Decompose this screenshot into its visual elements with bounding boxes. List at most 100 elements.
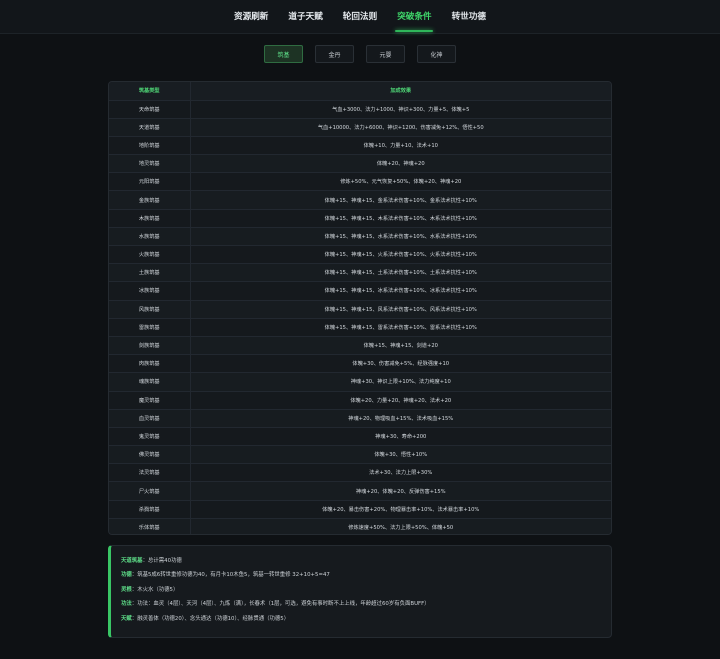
- table-row: 鬼灵筑基 神魂+30、寿命+200: [109, 427, 611, 447]
- cell-type: 地阶筑基: [109, 136, 191, 156]
- table-row: 魂族筑基 神魂+30、神识上限+10%、法力纯度+10: [109, 372, 611, 392]
- tab-zhuji[interactable]: 筑基: [264, 45, 303, 63]
- cell-type: 风族筑基: [109, 300, 191, 319]
- cell-type: 土族筑基: [109, 263, 191, 283]
- table-row: 火族筑基 体魄+15、神魂+15、火系法术伤害+10%、火系法术抗性+10%: [109, 245, 611, 265]
- cell-type: 雷族筑基: [109, 318, 191, 337]
- note-text: ：筑基5成6转世重修功德为40，有月卡10木鱼5，筑基一转世重修 32+10+5…: [131, 572, 330, 579]
- cell-effect: 修炼速度+50%、法力上限+50%、体魄+50: [190, 518, 611, 534]
- nav-item-daozi-talent[interactable]: 道子天赋: [278, 0, 332, 34]
- note-label: 功德: [121, 572, 132, 579]
- cell-type: 元阳筑基: [109, 172, 191, 192]
- note-text: ：总计需40功德: [142, 558, 182, 564]
- cell-type: 佛灵筑基: [109, 445, 191, 465]
- cell-type: 天道筑基: [109, 118, 191, 137]
- notes-panel: 天道筑基：总计需40功德 功德：筑基5成6转世重修功德为40，有月卡10木鱼5，…: [108, 545, 612, 638]
- note-line: 灵根：木火水（功德5）: [121, 583, 601, 597]
- table-row: 水族筑基 体魄+15、神魂+15、水系法术伤害+10%、水系法术抗性+10%: [109, 227, 611, 247]
- cell-effect: 体魄+20、神魂+20: [190, 154, 611, 174]
- cell-effect: 体魄+15、神魂+15、土系法术伤害+10%、土系法术抗性+10%: [190, 263, 611, 283]
- cell-effect: 修炼+50%、元气恢复+50%、体魄+20、神魂+20: [190, 172, 611, 192]
- cell-effect: 神魂+30、神识上限+10%、法力纯度+10: [190, 372, 611, 392]
- stage-tabs: 筑基 金丹 元婴 化神: [0, 45, 720, 63]
- table-row: 佛灵筑基 体魄+30、悟性+10%: [109, 445, 611, 465]
- note-text: ：融灵善体（功德20）、念头通达（功德10）、经脉贯通（功德5）: [131, 615, 290, 622]
- note-line: 天道筑基：总计需40功德: [121, 554, 601, 568]
- table-row: 地灵筑基 体魄+20、神魂+20: [109, 154, 611, 174]
- cell-type: 乐体筑基: [109, 518, 191, 534]
- cell-effect: 体魄+30、悟性+10%: [190, 445, 611, 465]
- table-row: 天道筑基 气血+10000、法力+6000、神识+1200、伤害减免+12%、悟性…: [109, 118, 611, 137]
- cell-effect: 神魂+20、体魄+20、反弹伤害+15%: [190, 481, 611, 501]
- cell-effect: 气血+3000、法力+1000、神识+300、力量+5、体魄+5: [190, 100, 611, 119]
- top-nav: 资源刷新 道子天赋 轮回法则 突破条件 转世功德: [0, 0, 720, 34]
- cell-effect: 神魂+20、物理吸血+15%、法术吸血+15%: [190, 409, 611, 428]
- table-body: 天命筑基 气血+3000、法力+1000、神识+300、力量+5、体魄+5 天道筑基…: [109, 100, 611, 534]
- table-row: 土族筑基 体魄+15、神魂+15、土系法术伤害+10%、土系法术抗性+10%: [109, 263, 611, 283]
- cell-effect: 体魄+15、神魂+15、金系法术伤害+10%、金系法术抗性+10%: [190, 190, 611, 210]
- table-row: 风族筑基 体魄+15、神魂+15、风系法术伤害+10%、风系法术抗性+10%: [109, 300, 611, 319]
- table-row: 冰族筑基 体魄+15、神魂+15、冰系法术伤害+10%、冰系法术抗性+10%: [109, 281, 611, 301]
- cell-effect: 体魄+10、力量+10、法术+10: [190, 136, 611, 156]
- cell-effect: 体魄+30、伤害减免+5%、经脉强度+10: [190, 354, 611, 374]
- note-line: 功法：功法：血灵（4层）、天河（4层）、九炼（满），长春术（1层，可选，避免有事…: [121, 597, 601, 611]
- cell-effect: 体魄+20、力量+20、神魂+20、法术+20: [190, 391, 611, 410]
- cell-type: 肉族筑基: [109, 354, 191, 374]
- cell-effect: 体魄+20、暴击伤害+20%、物理暴击率+10%、法术暴击率+10%: [190, 500, 611, 519]
- note-text: ：木火水（功德5）: [131, 586, 179, 593]
- nav-item-reincarnation-law[interactable]: 轮回法则: [333, 0, 387, 34]
- note-label: 功法: [121, 601, 132, 608]
- cell-effect: 体魄+15、神魂+15、水系法术伤害+10%、水系法术抗性+10%: [190, 227, 611, 247]
- cell-effect: 气血+10000、法力+6000、神识+1200、伤害减免+12%、悟性+50: [190, 118, 611, 137]
- table-row: 肉族筑基 体魄+30、伤害减免+5%、经脉强度+10: [109, 354, 611, 374]
- cell-effect: 体魄+15、神魂+15、木系法术伤害+10%、木系法术抗性+10%: [190, 209, 611, 228]
- tab-yuanying[interactable]: 元婴: [366, 45, 405, 63]
- note-line: 天赋：融灵善体（功德20）、念头通达（功德10）、经脉贯通（功德5）: [121, 612, 601, 626]
- cell-effect: 体魄+15、神魂+15、剑道+20: [190, 336, 611, 356]
- nav-item-resource-refresh[interactable]: 资源刷新: [224, 0, 278, 34]
- column-header-type: 筑基类型: [109, 82, 191, 101]
- table-row: 地阶筑基 体魄+10、力量+10、法术+10: [109, 136, 611, 156]
- table-row: 天命筑基 气血+3000、法力+1000、神识+300、力量+5、体魄+5: [109, 100, 611, 119]
- cell-type: 火族筑基: [109, 245, 191, 265]
- cell-type: 天命筑基: [109, 100, 191, 119]
- column-header-effect: 加成效果: [190, 82, 611, 101]
- table-row: 尸火筑基 神魂+20、体魄+20、反弹伤害+15%: [109, 481, 611, 501]
- table-row: 剑族筑基 体魄+15、神魂+15、剑道+20: [109, 336, 611, 356]
- cell-type: 尸火筑基: [109, 481, 191, 501]
- table-row: 杀戮筑基 体魄+20、暴击伤害+20%、物理暴击率+10%、法术暴击率+10%: [109, 500, 611, 519]
- note-label: 天道筑基: [121, 558, 143, 564]
- cell-type: 魔灵筑基: [109, 391, 191, 410]
- cell-type: 魂族筑基: [109, 372, 191, 392]
- cell-type: 木族筑基: [109, 209, 191, 228]
- table-row: 木族筑基 体魄+15、神魂+15、木系法术伤害+10%、木系法术抗性+10%: [109, 209, 611, 228]
- cell-type: 剑族筑基: [109, 336, 191, 356]
- cell-type: 水族筑基: [109, 227, 191, 247]
- cell-effect: 神魂+30、寿命+200: [190, 427, 611, 447]
- nav-item-breakthrough[interactable]: 突破条件: [387, 0, 441, 34]
- tab-huashen[interactable]: 化神: [417, 45, 456, 63]
- cell-type: 冰族筑基: [109, 281, 191, 301]
- table-row: 乐体筑基 修炼速度+50%、法力上限+50%、体魄+50: [109, 518, 611, 534]
- table-row: 元阳筑基 修炼+50%、元气恢复+50%、体魄+20、神魂+20: [109, 172, 611, 192]
- note-line: 功德：筑基5成6转世重修功德为40，有月卡10木鱼5，筑基一转世重修 32+10…: [121, 568, 601, 582]
- cell-effect: 法术+30、法力上限+30%: [190, 463, 611, 483]
- cell-effect: 体魄+15、神魂+15、雷系法术伤害+10%、雷系法术抗性+10%: [190, 318, 611, 337]
- foundation-table: 筑基类型 加成效果 天命筑基 气血+3000、法力+1000、神识+300、力量+…: [108, 81, 612, 535]
- table-row: 金族筑基 体魄+15、神魂+15、金系法术伤害+10%、金系法术抗性+10%: [109, 190, 611, 210]
- cell-type: 杀戮筑基: [109, 500, 191, 519]
- note-label: 天赋: [121, 615, 132, 622]
- table-row: 血灵筑基 神魂+20、物理吸血+15%、法术吸血+15%: [109, 409, 611, 428]
- nav-item-merit[interactable]: 转世功德: [442, 0, 496, 34]
- cell-type: 地灵筑基: [109, 154, 191, 174]
- cell-effect: 体魄+15、神魂+15、火系法术伤害+10%、火系法术抗性+10%: [190, 245, 611, 265]
- cell-type: 鬼灵筑基: [109, 427, 191, 447]
- table-row: 雷族筑基 体魄+15、神魂+15、雷系法术伤害+10%、雷系法术抗性+10%: [109, 318, 611, 337]
- tab-jindan[interactable]: 金丹: [315, 45, 354, 63]
- note-label: 灵根: [121, 586, 132, 593]
- cell-type: 血灵筑基: [109, 409, 191, 428]
- table-row: 法灵筑基 法术+30、法力上限+30%: [109, 463, 611, 483]
- cell-effect: 体魄+15、神魂+15、冰系法术伤害+10%、冰系法术抗性+10%: [190, 281, 611, 301]
- table-row: 魔灵筑基 体魄+20、力量+20、神魂+20、法术+20: [109, 391, 611, 410]
- cell-type: 法灵筑基: [109, 463, 191, 483]
